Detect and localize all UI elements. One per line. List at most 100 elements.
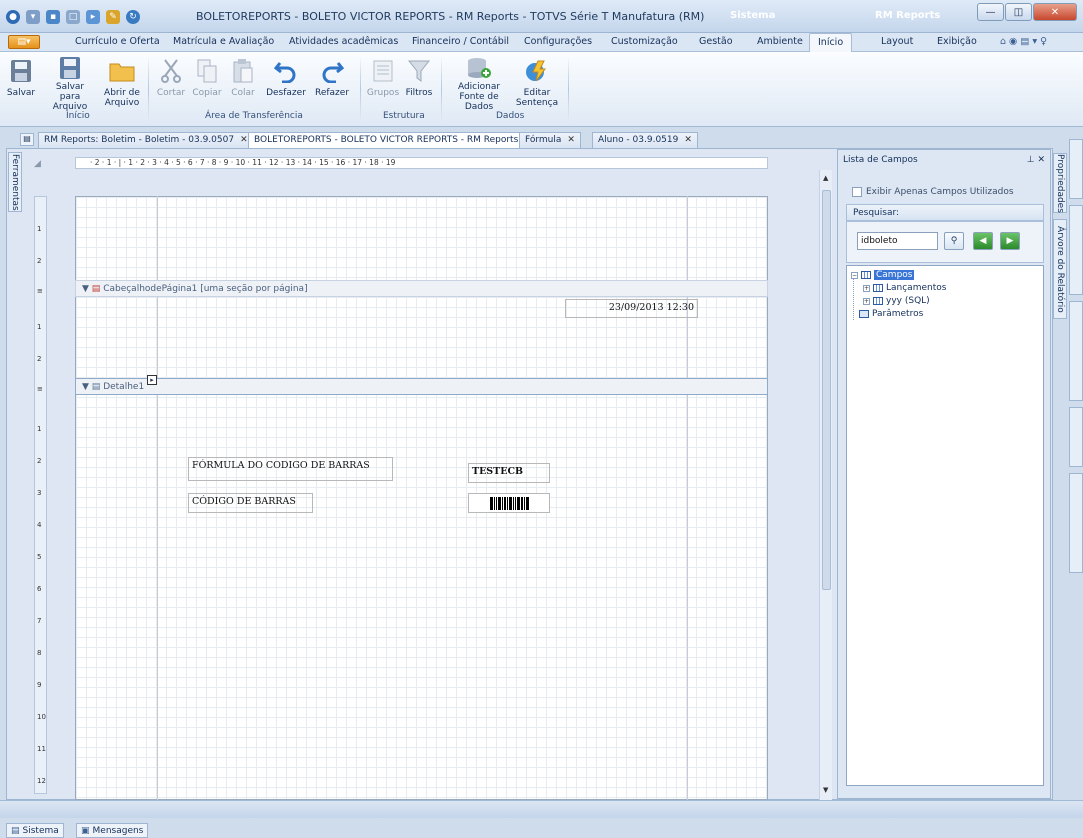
formula-field[interactable]: FÓRMULA DO CODIGO DE BARRAS (188, 457, 393, 481)
ferramentas-side-tab[interactable]: Ferramentas (8, 152, 22, 212)
expand-icon[interactable]: + (863, 297, 870, 305)
close-button[interactable]: ✕ (1033, 3, 1077, 21)
tab-sistema[interactable]: ▤ Sistema (6, 823, 64, 838)
side-tab-arvore[interactable]: Árvore do Relatório (1053, 219, 1067, 319)
side-tab-extra-2[interactable] (1069, 205, 1083, 295)
tabs-menu-icon[interactable]: ▤ (20, 133, 34, 146)
abrir-arquivo-button[interactable]: Abrir de Arquivo (103, 52, 141, 110)
close-tab-icon[interactable]: ✕ (240, 135, 248, 146)
copy-icon (193, 56, 221, 86)
side-tab-extra-3[interactable] (1069, 301, 1083, 401)
search-label: Pesquisar: (846, 204, 1044, 221)
bottom-tabs: ▤ Sistema ▣ Mensagens (0, 818, 1083, 838)
side-tab-propriedades[interactable]: Propriedades (1053, 153, 1067, 213)
checkbox-box[interactable] (852, 187, 862, 197)
exibir-campos-checkbox[interactable]: Exibir Apenas Campos Utilizados (852, 187, 1014, 197)
date-field[interactable]: 23/09/2013 12:30 (565, 299, 698, 318)
search-input[interactable] (857, 232, 938, 250)
group-inicio-label: Início (66, 111, 90, 121)
filtros-button[interactable]: Filtros (403, 52, 435, 110)
document-tabs: ▤ RM Reports: Boletim - Boletim - 03.9.0… (0, 131, 1083, 148)
side-tab-extra-5[interactable] (1069, 473, 1083, 573)
menu-configuracoes[interactable]: Configurações (524, 36, 592, 47)
tab-mensagens[interactable]: ▣ Mensagens (76, 823, 149, 838)
tools-icon[interactable]: ✎ (106, 10, 120, 24)
scroll-down-icon[interactable]: ▼ (823, 786, 828, 794)
salvar-para-arquivo-button[interactable]: Salvar para Arquivo (48, 52, 92, 112)
menu-customizacao[interactable]: Customização (611, 36, 678, 47)
salvar-button[interactable]: Salvar (4, 52, 38, 110)
tab-boletoreports[interactable]: BOLETOREPORTS - BOLETO VICTOR REPORTS - … (248, 132, 538, 148)
refresh-icon[interactable]: ↻ (126, 10, 140, 24)
sistema-label: Sistema (730, 10, 776, 21)
expand-icon[interactable]: + (863, 284, 870, 292)
paste-icon (229, 56, 257, 86)
table-icon (873, 284, 883, 292)
ruler-corner-icon: ◢ (34, 159, 41, 169)
band-detail[interactable]: ▼ ▤ Detalhe1 (75, 378, 768, 395)
tree-node-parametros[interactable]: Parâmetros (859, 309, 923, 319)
menu-atividades[interactable]: Atividades acadêmicas (289, 36, 398, 47)
menu-extra-icons[interactable]: ⌂ ◉ ▤ ▾ ♀ (1000, 36, 1047, 47)
scissors-icon (157, 56, 185, 86)
barcode-field[interactable] (468, 493, 550, 513)
previous-result-icon[interactable]: ◀ (973, 232, 993, 250)
menu-gestao[interactable]: Gestão (699, 36, 733, 47)
menu-layout[interactable]: Layout (881, 36, 913, 47)
ribbon-separator (441, 56, 442, 122)
tab-formula[interactable]: Fórmula ✕ (519, 132, 581, 148)
window-controls: — ◫ ✕ (977, 3, 1077, 21)
menu-bar: ▤▾ Currículo e Oferta Matrícula e Avalia… (0, 33, 1083, 53)
side-tab-extra-1[interactable] (1069, 139, 1083, 199)
desfazer-button[interactable]: Desfazer (265, 52, 307, 110)
refazer-button[interactable]: Refazer (313, 52, 351, 110)
scroll-up-icon[interactable]: ▲ (823, 174, 828, 182)
save-to-file-icon (56, 56, 84, 80)
band-smart-tag-icon[interactable]: ▸ (147, 375, 157, 385)
app-menu-button[interactable]: ▤▾ (8, 35, 40, 49)
tree-node-yyy[interactable]: + yyy (SQL) (863, 296, 930, 306)
designer-scrollbar[interactable]: ▲ ▼ (819, 170, 832, 800)
grupos-button[interactable]: Grupos (366, 52, 400, 110)
menu-inicio[interactable]: Início (809, 33, 853, 53)
tab-aluno[interactable]: Aluno - 03.9.0519 ✕ (592, 132, 698, 148)
scroll-thumb[interactable] (822, 190, 831, 590)
panel-pin-close-icon[interactable]: ⊥ ✕ (1027, 155, 1045, 165)
menu-matricula[interactable]: Matrícula e Avaliação (173, 36, 274, 47)
window-icon[interactable]: □ (66, 10, 80, 24)
next-result-icon[interactable]: ▶ (1000, 232, 1020, 250)
menu-financeiro[interactable]: Financeiro / Contábil (412, 36, 509, 47)
report-icon[interactable]: ▸ (86, 10, 100, 24)
collapse-icon[interactable]: ▼ (82, 284, 89, 294)
colar-button[interactable]: Colar (228, 52, 258, 110)
copiar-button[interactable]: Copiar (191, 52, 223, 110)
band-header[interactable]: ▼ ▤ CabeçalhodePágina1 [uma seção por pá… (75, 280, 768, 297)
testecb-field[interactable]: TESTECB (468, 463, 550, 483)
app-orb-icon[interactable]: ● (6, 10, 20, 24)
menu-ambiente[interactable]: Ambiente (757, 36, 803, 47)
search-icon[interactable]: ⚲ (944, 232, 964, 250)
tab-boletim[interactable]: RM Reports: Boletim - Boletim - 03.9.050… (38, 132, 254, 148)
side-tab-extra-4[interactable] (1069, 407, 1083, 467)
field-tree: − Campos + Lançamentos + yyy (SQL) Parâmetr… (846, 265, 1044, 786)
menu-curriculo[interactable]: Currículo e Oferta (75, 36, 160, 47)
rm-reports-label: RM Reports (875, 10, 941, 21)
page-header-icon: ▤ (91, 284, 101, 294)
minimize-button[interactable]: — (977, 3, 1004, 21)
save-icon[interactable]: ▪ (46, 10, 60, 24)
adicionar-fonte-dados-button[interactable]: Adicionar Fonte de Dados (446, 52, 512, 112)
editar-sentenca-button[interactable]: Editar Sentença (514, 52, 560, 110)
system-menu-icon[interactable]: ▾ (26, 10, 40, 24)
close-tab-icon[interactable]: ✕ (567, 135, 575, 146)
codigo-barras-field[interactable]: CÓDIGO DE BARRAS (188, 493, 313, 513)
tree-node-lancamentos[interactable]: + Lançamentos (863, 283, 946, 293)
collapse-icon[interactable]: − (851, 271, 858, 279)
cortar-button[interactable]: Cortar (155, 52, 187, 110)
ribbon-separator (360, 56, 361, 122)
collapse-icon[interactable]: ▼ (82, 382, 89, 392)
folder-icon (108, 56, 136, 86)
maximize-button[interactable]: ◫ (1005, 3, 1032, 21)
close-tab-icon[interactable]: ✕ (684, 135, 692, 146)
tree-node-campos[interactable]: − Campos (851, 270, 915, 280)
menu-exibicao[interactable]: Exibição (937, 36, 977, 47)
